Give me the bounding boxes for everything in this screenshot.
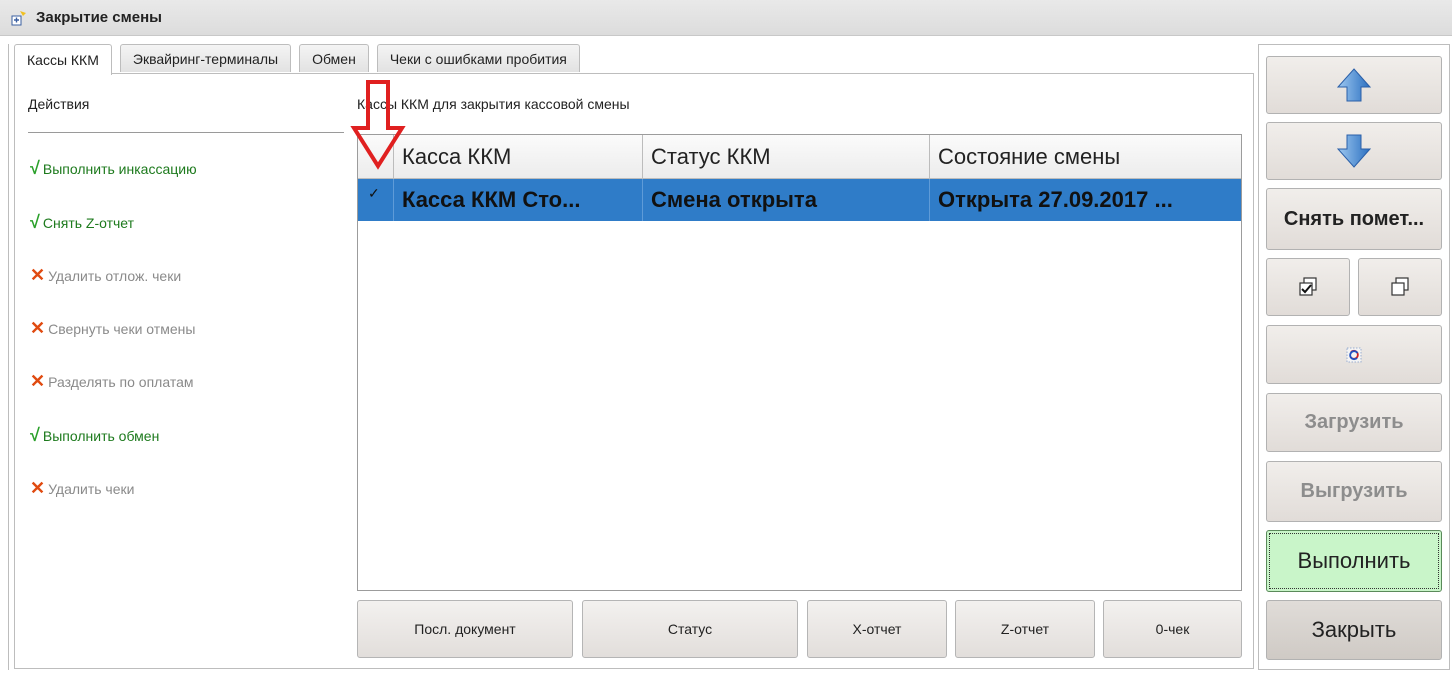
cross-icon: ✕ <box>30 318 46 338</box>
zero-check-button[interactable]: 0-чек <box>1103 600 1242 658</box>
action-label: Выполнить обмен <box>42 427 160 444</box>
row-checkbox[interactable]: ✓ <box>358 179 394 221</box>
move-down-button[interactable] <box>1266 122 1442 180</box>
cell-kassa: Касса ККМ Сто... <box>394 179 643 221</box>
refresh-button[interactable] <box>1266 325 1442 384</box>
check-all-button[interactable] <box>1266 258 1350 316</box>
action-collect-cash[interactable]: √ Выполнить инкассацию <box>30 158 197 179</box>
uncheck-all-icon <box>1391 277 1409 296</box>
tab-kassy-kkm[interactable]: Кассы ККМ <box>14 44 112 75</box>
action-label: Выполнить инкассацию <box>42 160 197 177</box>
unload-button[interactable]: Выгрузить <box>1266 461 1442 522</box>
cross-icon: ✕ <box>30 265 46 285</box>
actions-separator <box>28 132 344 133</box>
action-run-exchange[interactable]: √ Выполнить обмен <box>30 425 159 446</box>
tab-exchange[interactable]: Обмен <box>299 44 369 72</box>
z-report-button[interactable]: Z-отчет <box>955 600 1095 658</box>
column-header-status[interactable]: Статус ККМ <box>643 135 930 179</box>
check-icon: √ <box>30 158 40 178</box>
cell-shift-state: Открыта 27.09.2017 ... <box>938 187 1173 212</box>
check-all-icon <box>1299 277 1317 296</box>
arrow-down-icon <box>1336 134 1372 168</box>
tab-acquiring-terminals[interactable]: Эквайринг-терминалы <box>119 44 292 72</box>
cross-icon: ✕ <box>30 371 46 391</box>
column-header-shift-state[interactable]: Состояние смены <box>930 135 1241 179</box>
action-label: Удалить отлож. чеки <box>48 267 182 284</box>
actions-title: Действия <box>28 96 90 112</box>
column-header-kassa[interactable]: Касса ККМ <box>394 135 643 179</box>
action-collapse-cancel-checks[interactable]: ✕ Свернуть чеки отмены <box>30 318 195 339</box>
table-row[interactable]: ✓ Касса ККМ Сто... Смена открыта Открыта… <box>358 179 1241 221</box>
load-button[interactable]: Загрузить <box>1266 393 1442 452</box>
uncheck-all-button[interactable] <box>1358 258 1442 316</box>
window-icon <box>10 8 30 28</box>
check-icon: √ <box>30 212 40 232</box>
action-delete-deferred-checks[interactable]: ✕ Удалить отлож. чеки <box>30 265 181 286</box>
table-header: Касса ККМ Статус ККМ Состояние смены <box>358 135 1241 179</box>
action-split-by-payment[interactable]: ✕ Разделять по оплатам <box>30 371 193 392</box>
status-button[interactable]: Статус <box>582 600 798 658</box>
cell-status: Смена открыта <box>643 179 930 221</box>
move-up-button[interactable] <box>1266 56 1442 114</box>
execute-button[interactable]: Выполнить <box>1266 530 1442 592</box>
window-title: Закрытие смены <box>36 9 162 26</box>
action-delete-checks[interactable]: ✕ Удалить чеки <box>30 478 134 499</box>
check-icon: √ <box>30 425 40 445</box>
tab-error-checks[interactable]: Чеки с ошибками пробития <box>376 44 580 72</box>
action-label: Снять Z-отчет <box>42 214 135 231</box>
title-bar: Закрытие смены <box>0 0 1452 36</box>
cross-icon: ✕ <box>30 478 46 498</box>
close-button[interactable]: Закрыть <box>1266 600 1442 660</box>
refresh-icon <box>1346 347 1362 362</box>
actions-panel: Действия √ Выполнить инкассацию √ Снять … <box>28 96 346 498</box>
kkm-table[interactable]: Касса ККМ Статус ККМ Состояние смены ✓ К… <box>357 134 1242 591</box>
last-document-button[interactable]: Посл. документ <box>357 600 573 658</box>
action-label: Разделять по оплатам <box>48 373 194 390</box>
table-caption: Кассы ККМ для закрытия кассовой смены <box>357 96 630 112</box>
x-report-button[interactable]: X-отчет <box>807 600 947 658</box>
arrow-up-icon <box>1336 68 1372 102</box>
clear-marks-button[interactable]: Снять помет... <box>1266 188 1442 250</box>
column-header-check[interactable] <box>358 135 394 179</box>
action-label: Свернуть чеки отмены <box>48 320 196 337</box>
action-z-report[interactable]: √ Снять Z-отчет <box>30 212 134 233</box>
action-label: Удалить чеки <box>48 480 135 497</box>
tab-bar: Кассы ККМ Эквайринг-терминалы Обмен Чеки… <box>14 44 588 75</box>
